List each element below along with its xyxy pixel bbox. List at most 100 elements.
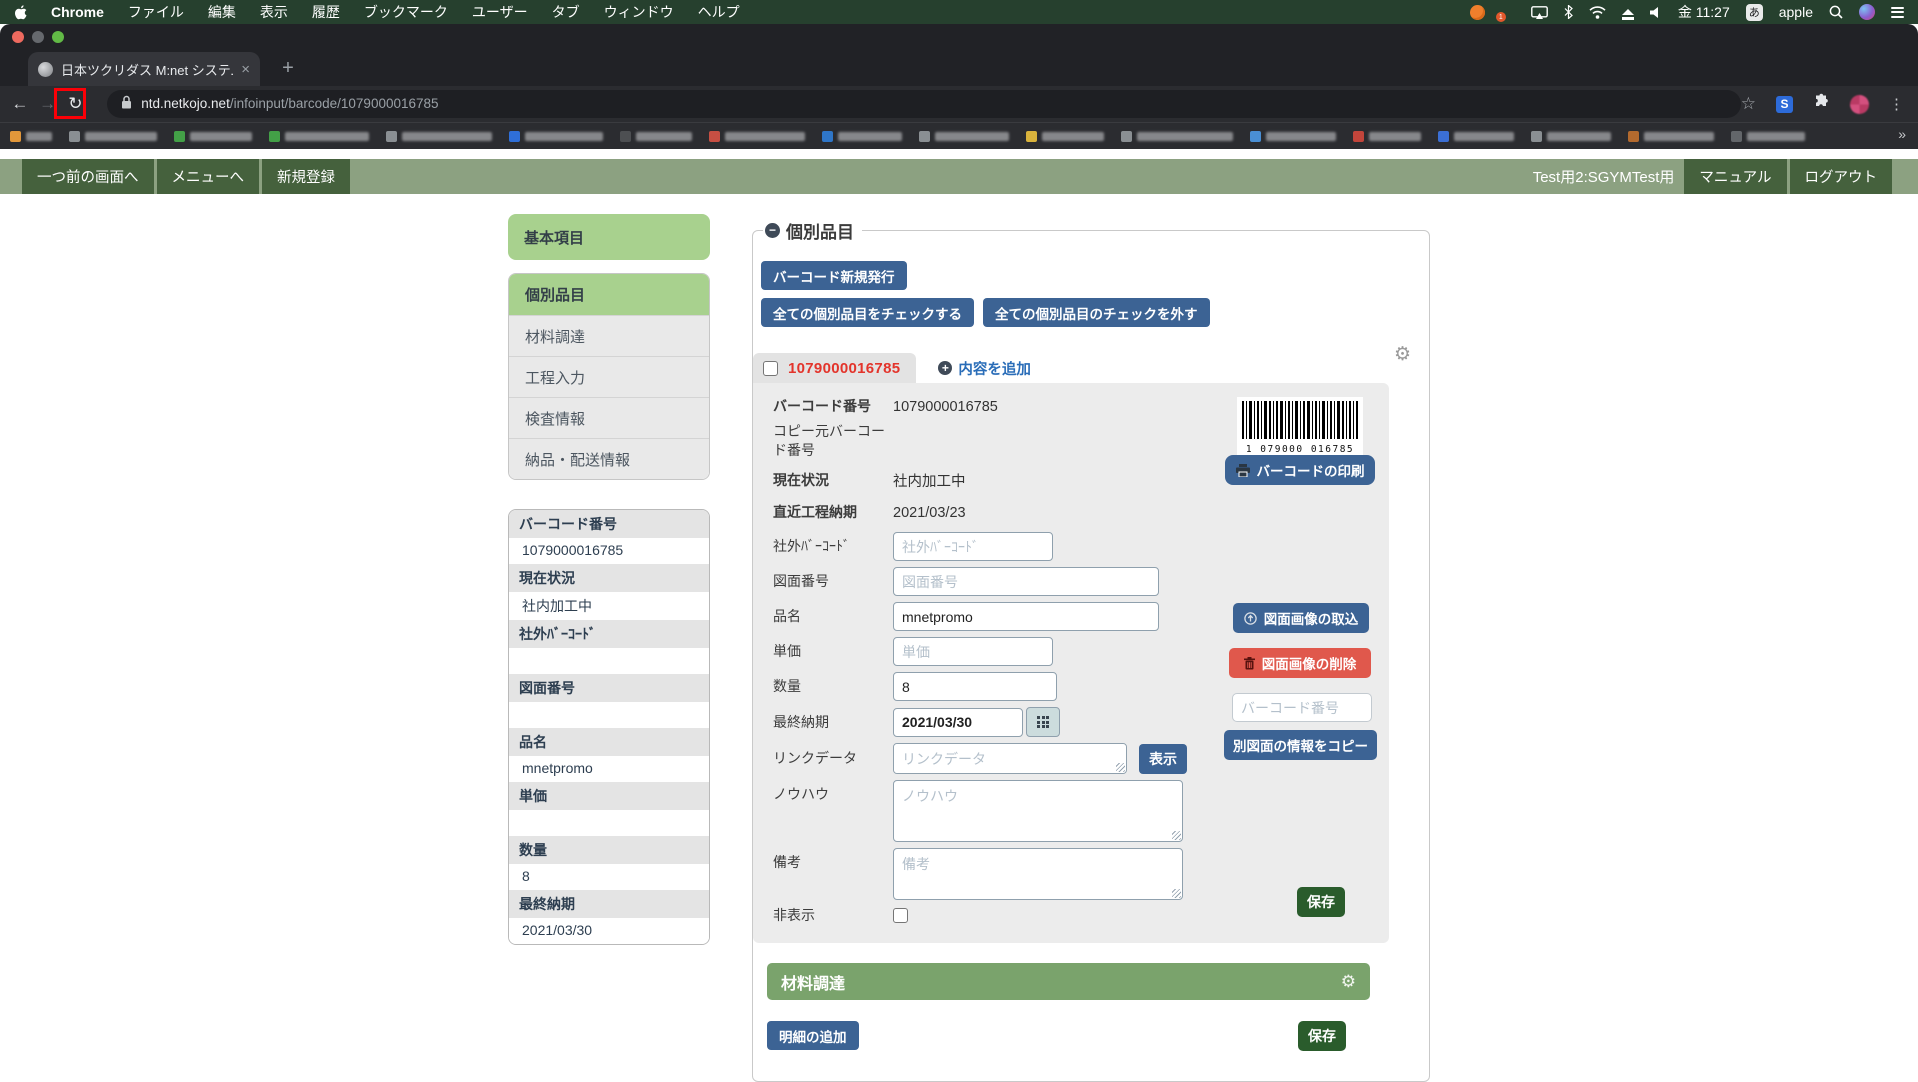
bookmark-item[interactable] [1353, 131, 1421, 142]
copy-drawing-info-button[interactable]: 別図面の情報をコピー [1224, 730, 1377, 760]
bookmark-item[interactable] [1026, 131, 1104, 142]
bookmark-item[interactable] [509, 131, 603, 142]
bookmark-item[interactable] [10, 131, 52, 142]
sidebar-item-individual[interactable]: 個別品目 [509, 274, 709, 315]
menu-button[interactable]: メニューへ [157, 159, 260, 194]
wifi-icon[interactable] [1589, 6, 1606, 19]
menubar-username[interactable]: apple [1779, 4, 1813, 20]
new-tab-button[interactable]: + [276, 57, 300, 80]
bookmark-item[interactable] [69, 131, 157, 142]
save-button[interactable]: 保存 [1297, 887, 1345, 917]
bookmark-item[interactable] [1731, 131, 1805, 142]
chrome-menu-icon[interactable]: ⋮ [1889, 95, 1904, 113]
menubar-app-name[interactable]: Chrome [51, 4, 104, 20]
bookmark-item[interactable] [1121, 131, 1233, 142]
minimize-window-button[interactable] [32, 31, 44, 43]
drawing-number-input[interactable] [893, 567, 1159, 596]
material-section-header[interactable]: 材料調達 ⚙ [767, 963, 1370, 1000]
bookmark-item[interactable] [620, 131, 692, 142]
spotlight-search-icon[interactable] [1829, 5, 1843, 19]
sidebar-basic-header[interactable]: 基本項目 [508, 214, 710, 260]
new-barcode-button[interactable]: バーコード新規発行 [761, 261, 907, 290]
field-label: 数量 [773, 677, 893, 696]
hidden-checkbox[interactable] [893, 908, 908, 923]
bookmark-item[interactable] [1438, 131, 1514, 142]
collapse-icon[interactable] [765, 223, 780, 238]
zoom-window-button[interactable] [52, 31, 64, 43]
tab-close-icon[interactable]: × [241, 61, 250, 78]
menubar-clock[interactable]: 金 11:27 [1678, 2, 1730, 22]
item-tab[interactable]: 1079000016785 [753, 353, 916, 383]
add-content-link[interactable]: 内容を追加 [938, 358, 1031, 379]
ime-input-icon[interactable]: あ [1746, 4, 1763, 21]
quantity-input[interactable] [893, 672, 1057, 701]
uncheck-all-button[interactable]: 全ての個別品目のチェックを外す [983, 298, 1210, 327]
product-name-input[interactable] [893, 602, 1159, 631]
item-checkbox[interactable] [763, 361, 778, 376]
sidebar-item-inspection[interactable]: 検査情報 [509, 397, 709, 438]
address-bar[interactable]: ntd.netkojo.net/infoinput/barcode/107900… [107, 90, 1741, 118]
menubar-history[interactable]: 履歴 [312, 2, 340, 22]
bookmark-item[interactable] [1531, 131, 1611, 142]
menubar-help[interactable]: ヘルプ [698, 2, 740, 22]
screen-record-icon[interactable] [1470, 5, 1485, 20]
settings-gear-icon[interactable]: ⚙ [1394, 343, 1411, 365]
browser-tab[interactable]: 日本ツクリダス M:net システム - × [28, 52, 260, 86]
check-all-button[interactable]: 全ての個別品目をチェックする [761, 298, 974, 327]
new-registration-button[interactable]: 新規登録 [262, 159, 350, 194]
import-drawing-button[interactable]: 図面画像の取込 [1233, 603, 1369, 633]
screen-mirroring-icon[interactable] [1531, 6, 1548, 19]
menubar-bookmarks[interactable]: ブックマーク [364, 2, 448, 22]
extensions-puzzle-icon[interactable] [1813, 93, 1830, 115]
bookmark-item[interactable] [709, 131, 805, 142]
logout-button[interactable]: ログアウト [1790, 159, 1893, 194]
bookmark-item[interactable] [822, 131, 902, 142]
external-barcode-input[interactable] [893, 532, 1053, 561]
extension-s-icon[interactable]: S [1776, 96, 1793, 113]
show-button[interactable]: 表示 [1139, 744, 1187, 774]
sidebar-item-material[interactable]: 材料調達 [509, 315, 709, 356]
sidebar-item-delivery[interactable]: 納品・配送情報 [509, 438, 709, 479]
menubar-file[interactable]: ファイル [128, 2, 184, 22]
profile-avatar[interactable] [1850, 95, 1869, 114]
assistant-icon[interactable] [1859, 4, 1875, 20]
print-barcode-button[interactable]: バーコードの印刷 [1225, 455, 1375, 485]
control-center-icon[interactable] [1891, 7, 1904, 18]
final-due-input[interactable] [893, 708, 1023, 737]
bookmark-item[interactable] [386, 131, 492, 142]
bookmark-item[interactable] [919, 131, 1009, 142]
eject-icon[interactable] [1622, 9, 1634, 15]
remarks-textarea[interactable] [893, 848, 1183, 900]
menubar-tab[interactable]: タブ [552, 2, 580, 22]
lock-icon[interactable] [121, 95, 132, 114]
sidebar-item-process[interactable]: 工程入力 [509, 356, 709, 397]
prev-screen-button[interactable]: 一つ前の画面へ [22, 159, 154, 194]
copy-barcode-input[interactable] [1232, 693, 1372, 722]
field-label: 現在状況 [773, 471, 893, 490]
close-window-button[interactable] [12, 31, 24, 43]
volume-icon[interactable] [1650, 6, 1662, 19]
bookmarks-overflow-icon[interactable]: » [1898, 126, 1910, 142]
apple-icon[interactable] [14, 5, 27, 20]
manual-button[interactable]: マニュアル [1684, 159, 1786, 194]
menubar-users[interactable]: ユーザー [472, 2, 528, 22]
knowhow-textarea[interactable] [893, 780, 1183, 842]
unit-price-input[interactable] [893, 637, 1053, 666]
back-button[interactable]: ← [6, 94, 34, 114]
bookmark-star-icon[interactable]: ☆ [1741, 94, 1756, 114]
material-save-button[interactable]: 保存 [1298, 1021, 1346, 1051]
menubar-window[interactable]: ウィンドウ [604, 2, 674, 22]
bookmark-item[interactable] [1628, 131, 1714, 142]
bookmark-item[interactable] [174, 131, 252, 142]
bookmark-item[interactable] [269, 131, 369, 142]
add-detail-button[interactable]: 明細の追加 [767, 1021, 859, 1050]
date-picker-button[interactable] [1026, 707, 1060, 737]
menubar-edit[interactable]: 編集 [208, 2, 236, 22]
menubar-view[interactable]: 表示 [260, 2, 288, 22]
link-data-input[interactable] [893, 743, 1127, 774]
bookmark-item[interactable] [1250, 131, 1336, 142]
material-gear-icon[interactable]: ⚙ [1341, 972, 1356, 992]
bluetooth-icon[interactable] [1564, 5, 1573, 19]
delete-drawing-button[interactable]: 図面画像の削除 [1229, 648, 1371, 678]
extension-status-icon[interactable]: 1 [1501, 5, 1515, 19]
